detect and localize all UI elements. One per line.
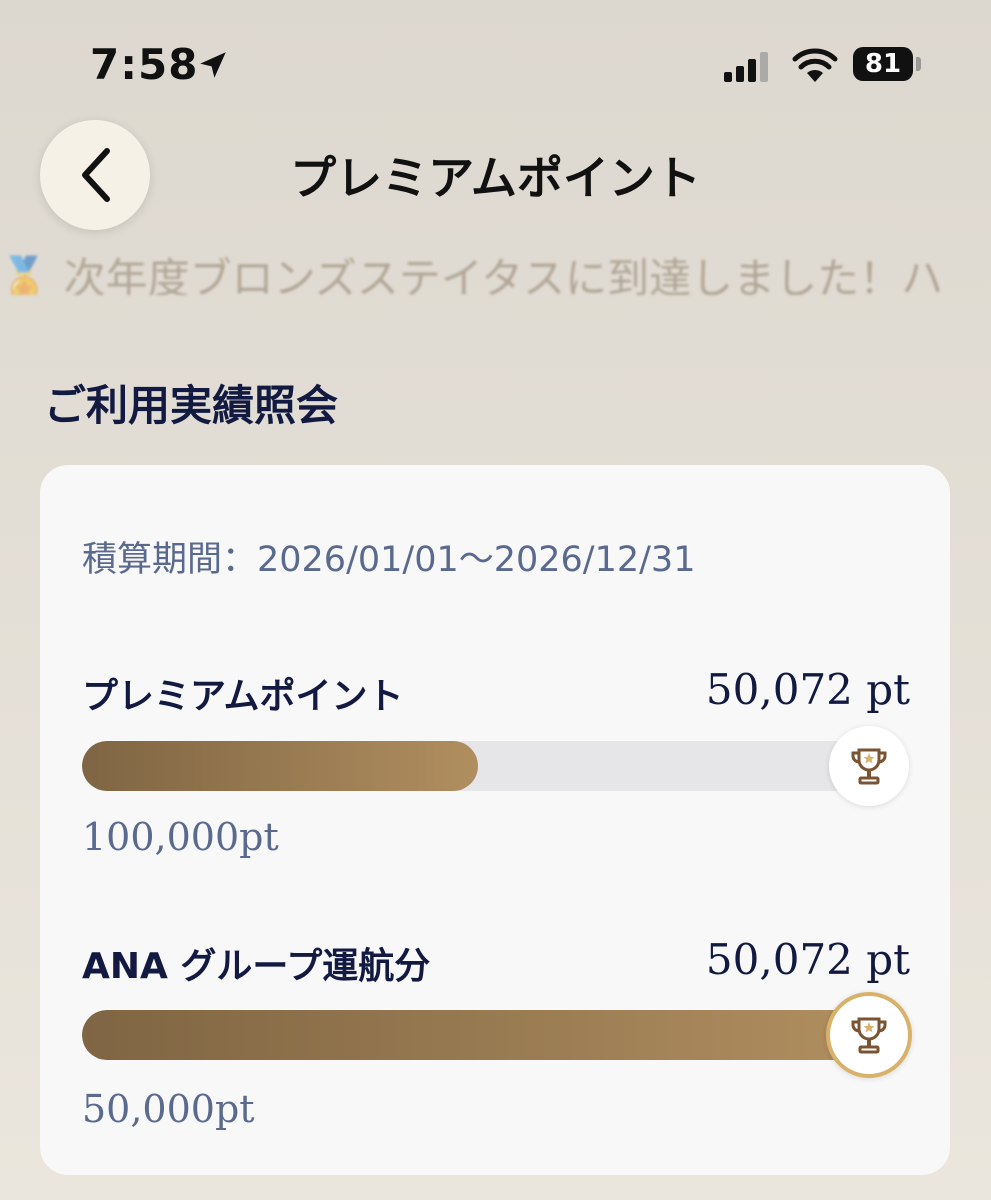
ana-group-goal: 50,000pt: [82, 1087, 255, 1131]
status-time: 7:58: [90, 40, 199, 89]
premium-points-label: プレミアムポイント: [82, 676, 404, 717]
cellular-signal-icon: [724, 52, 768, 82]
status-bar: 7:58 81: [0, 0, 991, 120]
ana-group-goal-badge: [826, 992, 912, 1078]
ana-group-value: 50,072 pt: [705, 935, 910, 984]
usage-card: 積算期間：2026/01/01～2026/12/31 プレミアムポイント 50,…: [40, 465, 950, 1175]
status-notice-marquee[interactable]: 🏅 次年度ブロンズステイタスに到達しました！ハ: [0, 245, 991, 295]
location-arrow-icon: [200, 52, 226, 78]
ana-group-label: ANA グループ運航分: [82, 946, 431, 987]
section-title: ご利用実績照会: [44, 381, 339, 430]
premium-points-goal-badge: [829, 726, 909, 806]
page-title: プレミアムポイント: [290, 151, 701, 205]
accrual-period: 積算期間：2026/01/01～2026/12/31: [82, 540, 696, 580]
ana-group-progress-fill: [82, 1010, 872, 1060]
premium-points-progress-bar: [82, 741, 872, 791]
premium-points-value: 50,072 pt: [705, 665, 910, 714]
ana-group-progress-bar: [82, 1010, 872, 1060]
premium-points-progress-fill: [82, 741, 478, 791]
battery-indicator: 81: [853, 47, 913, 81]
trophy-icon: [851, 1017, 887, 1054]
trophy-icon: [851, 748, 887, 785]
status-notice-text: 🏅 次年度ブロンズステイタスに到達しました！ハ: [0, 254, 944, 295]
battery-cap: [916, 57, 921, 71]
wifi-icon: [792, 48, 838, 82]
battery-level: 81: [864, 49, 902, 79]
premium-points-goal: 100,000pt: [82, 815, 279, 859]
